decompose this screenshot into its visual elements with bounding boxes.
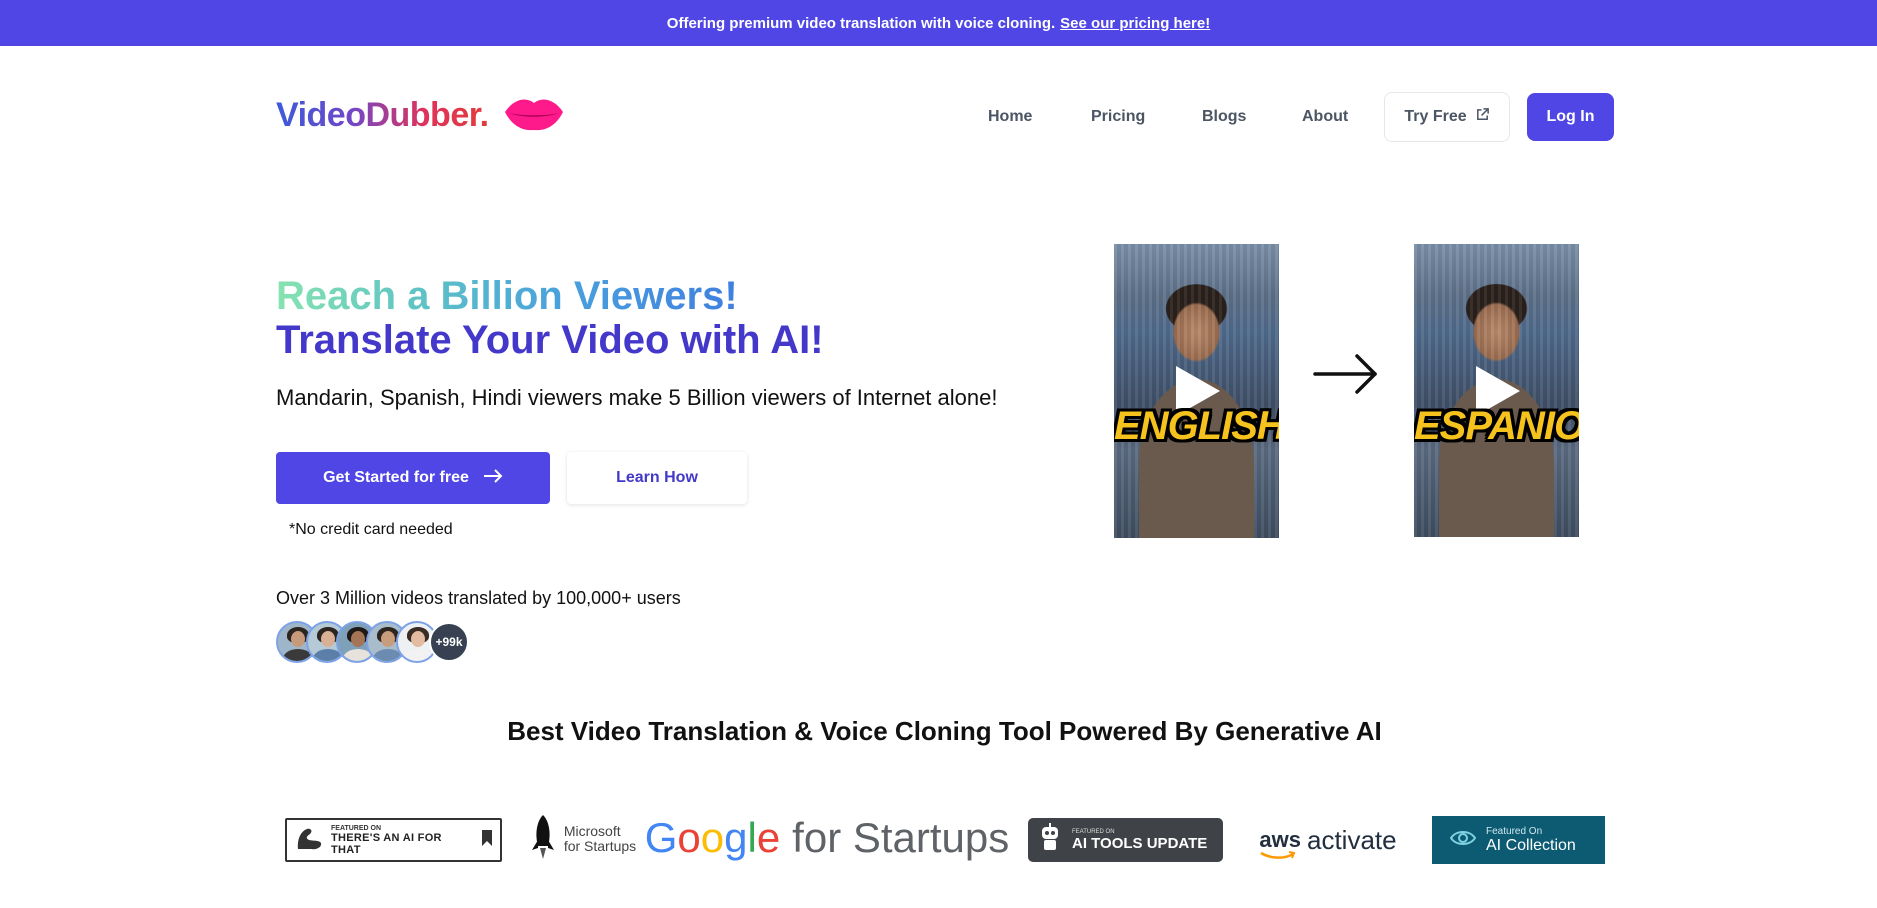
- aicoll-big-text: AI Collection: [1486, 836, 1576, 854]
- google-for-startups-text: for Startups: [792, 814, 1010, 861]
- arrow-right-icon: [1313, 352, 1379, 396]
- microsoft-for-startups-logo[interactable]: Microsoft for Startups: [527, 814, 639, 864]
- nav-home[interactable]: Home: [988, 108, 1032, 126]
- aicoll-small-text: Featured On: [1486, 825, 1543, 837]
- source-video[interactable]: ENGLISH: [1114, 244, 1279, 538]
- no-credit-card-note: *No credit card needed: [289, 521, 453, 538]
- nav-about[interactable]: About: [1302, 108, 1348, 126]
- aws-activate-logo[interactable]: aws activate: [1259, 820, 1397, 860]
- hero-headline-1: Reach a Billion Viewers!: [276, 274, 738, 318]
- pricing-link[interactable]: See our pricing here!: [1060, 15, 1210, 32]
- arm-icon: [295, 825, 323, 856]
- brand-logo[interactable]: VideoDubber.: [276, 94, 565, 137]
- google-word: Google: [644, 814, 781, 861]
- usage-stat: Over 3 Million videos translated by 100,…: [276, 588, 681, 608]
- google-for-startups-logo[interactable]: Google for Startups: [645, 812, 1010, 864]
- translated-video[interactable]: ESPANIOL: [1414, 244, 1579, 537]
- ai-collection-badge[interactable]: Featured On AI Collection: [1432, 816, 1605, 864]
- aithat-small-text: FEATURED ON: [331, 824, 382, 832]
- section-tagline: Best Video Translation & Voice Cloning T…: [507, 716, 1382, 746]
- nav-blogs[interactable]: Blogs: [1202, 108, 1246, 126]
- learn-how-button[interactable]: Learn How: [567, 452, 747, 504]
- rocket-icon: [530, 814, 556, 865]
- aithat-big-text: THERE'S AN AI FOR THAT: [331, 831, 442, 856]
- external-link-icon: [1475, 107, 1490, 127]
- target-language-label: ESPANIOL: [1414, 404, 1579, 448]
- aws-word: aws: [1259, 827, 1301, 852]
- theres-an-ai-for-that-badge[interactable]: FEATURED ON THERE'S AN AI FOR THAT: [285, 818, 502, 862]
- get-started-button[interactable]: Get Started for free: [276, 452, 550, 504]
- nav-pricing[interactable]: Pricing: [1091, 108, 1145, 126]
- get-started-label: Get Started for free: [323, 469, 469, 486]
- aws-smile-icon: [1260, 851, 1296, 859]
- arrow-right-icon: [483, 468, 503, 488]
- bookmark-icon: [482, 829, 492, 851]
- promo-banner-text: Offering premium video translation with …: [666, 14, 1056, 32]
- aws-activate-text: activate: [1307, 824, 1397, 855]
- more-users-badge: +99k: [429, 622, 469, 662]
- ai-tools-update-badge[interactable]: FEATURED ON AI TOOLS UPDATE: [1028, 818, 1223, 862]
- hero-subtitle: Mandarin, Spanish, Hindi viewers make 5 …: [276, 385, 998, 410]
- ms-line-2: for Startups: [563, 838, 637, 854]
- eye-icon: [1449, 829, 1477, 852]
- brand-name: VideoDubber.: [276, 96, 489, 134]
- login-button[interactable]: Log In: [1527, 93, 1614, 141]
- aitools-big-text: AI TOOLS UPDATE: [1072, 834, 1208, 852]
- try-free-label: Try Free: [1404, 108, 1467, 125]
- ms-line-1: Microsoft: [563, 823, 621, 839]
- hero-headline-2: Translate Your Video with AI!: [276, 318, 824, 362]
- lips-icon: [503, 94, 565, 137]
- try-free-button[interactable]: Try Free: [1384, 92, 1510, 142]
- source-language-label: ENGLISH: [1114, 404, 1279, 448]
- promo-banner: Offering premium video translation with …: [0, 0, 1877, 46]
- robot-icon: [1038, 822, 1062, 858]
